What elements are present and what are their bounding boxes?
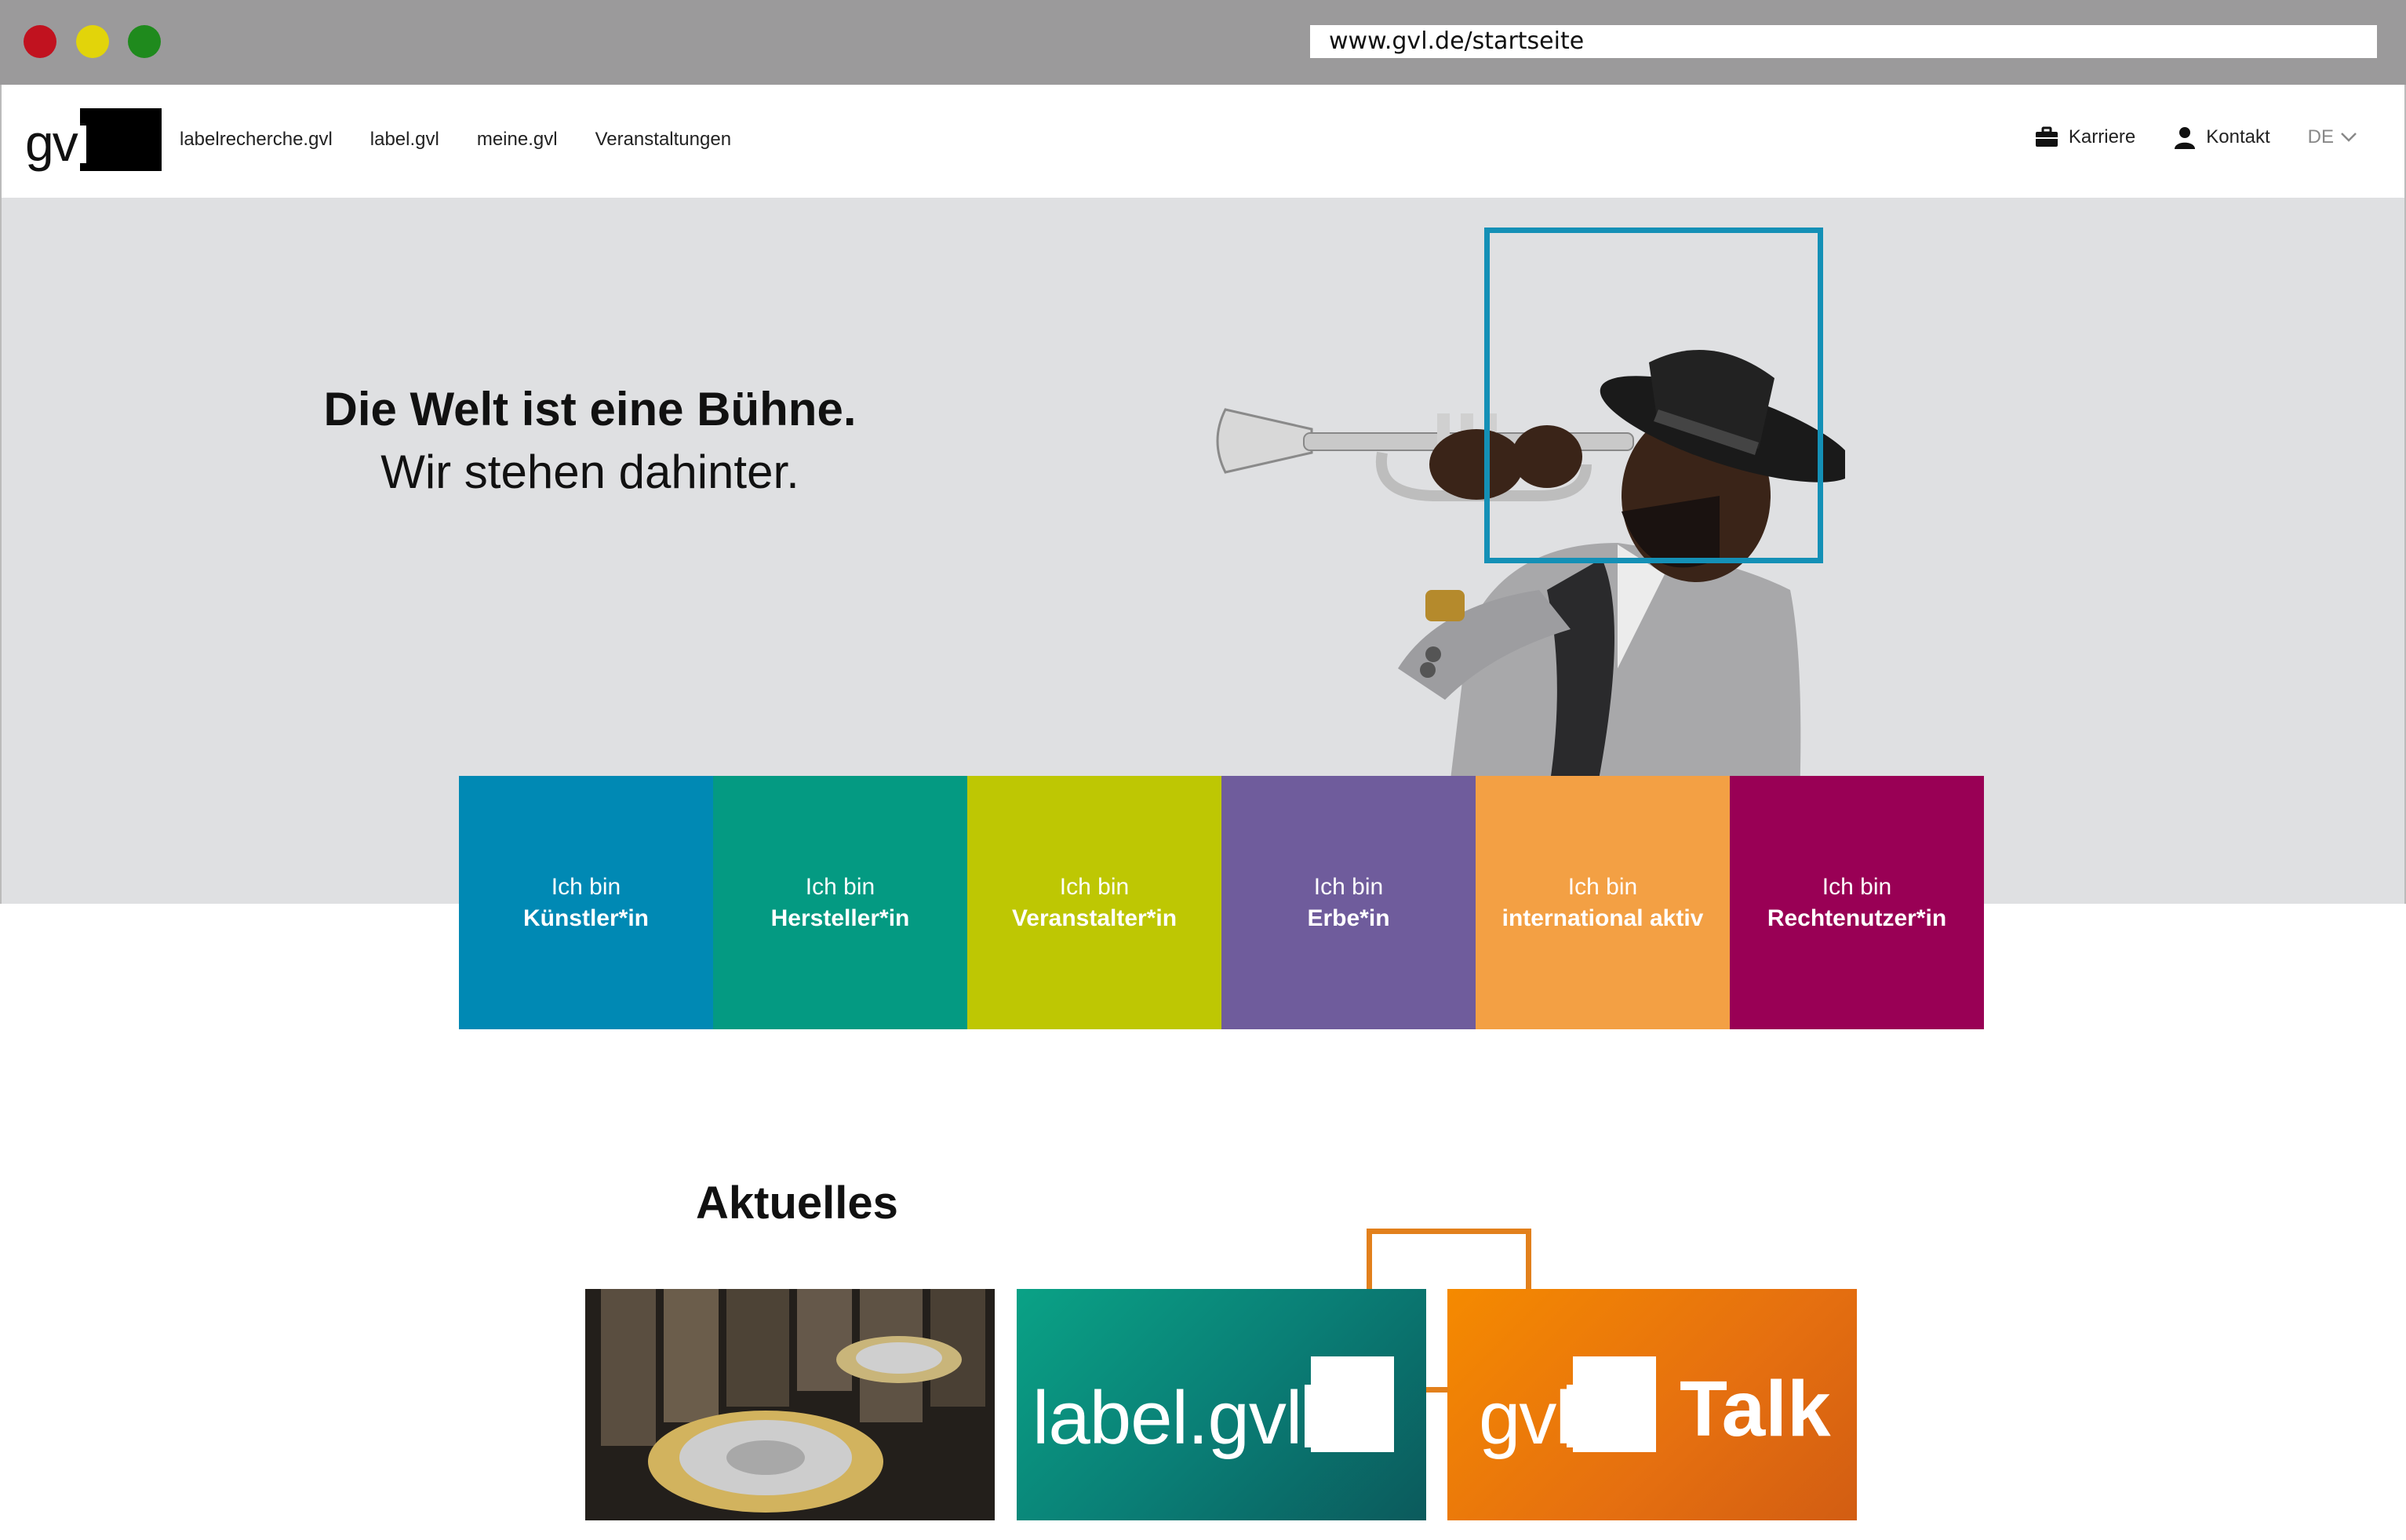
tile-erbe[interactable]: Ich bin Erbe*in bbox=[1221, 776, 1476, 1029]
language-label: DE bbox=[2307, 126, 2334, 147]
hero-line-1: Die Welt ist eine Bühne. bbox=[323, 383, 857, 435]
browser-chrome: www.gvl.de/startseite bbox=[0, 0, 2406, 85]
label-gvl-logo-box bbox=[1311, 1356, 1394, 1452]
utility-nav: Karriere Kontakt DE bbox=[2034, 126, 2357, 149]
news-section-title: Aktuelles bbox=[696, 1178, 898, 1229]
audience-tiles: Ich bin Künstler*in Ich bin Hersteller*i… bbox=[459, 776, 1984, 1029]
tile-prefix: Ich bin bbox=[1822, 873, 1892, 900]
tile-rechtenutzer[interactable]: Ich bin Rechtenutzer*in bbox=[1730, 776, 1984, 1029]
coins-image bbox=[585, 1289, 995, 1520]
close-window-button[interactable] bbox=[24, 25, 56, 58]
minimize-window-button[interactable] bbox=[76, 25, 109, 58]
label-gvl-logo-bar bbox=[1305, 1385, 1316, 1447]
tile-role: Veranstalter*in bbox=[1011, 905, 1178, 931]
talk-connector bbox=[1426, 1387, 1448, 1393]
logo-box bbox=[80, 108, 162, 171]
tile-prefix: Ich bin bbox=[1567, 873, 1638, 900]
briefcase-icon bbox=[2035, 126, 2058, 147]
news-card-gvl-talk[interactable]: gvl Talk bbox=[1447, 1289, 1857, 1520]
tile-role: Erbe*in bbox=[1307, 905, 1390, 931]
tile-prefix: Ich bin bbox=[1059, 873, 1130, 900]
chevron-down-icon bbox=[2341, 133, 2357, 142]
nav-item-labelrecherche[interactable]: labelrecherche.gvl bbox=[180, 129, 333, 151]
tile-international[interactable]: Ich bin international aktiv bbox=[1476, 776, 1730, 1029]
person-icon bbox=[2175, 127, 2196, 149]
tile-kuenstler[interactable]: Ich bin Künstler*in bbox=[459, 776, 713, 1029]
main-nav: labelrecherche.gvl label.gvl meine.gvl V… bbox=[180, 129, 731, 151]
tile-prefix: Ich bin bbox=[551, 873, 621, 900]
site-header: gvl labelrecherche.gvl label.gvl meine.g… bbox=[0, 85, 2406, 198]
label-gvl-text: label.gvl bbox=[1032, 1376, 1302, 1460]
hero-frame-accent bbox=[1484, 228, 1823, 563]
tile-prefix: Ich bin bbox=[1313, 873, 1384, 900]
gvl-logo[interactable]: gvl bbox=[25, 108, 162, 172]
career-label: Karriere bbox=[2068, 126, 2136, 147]
tile-role: international aktiv bbox=[1501, 905, 1704, 931]
language-select[interactable]: DE bbox=[2308, 126, 2357, 148]
tile-role: Hersteller*in bbox=[770, 905, 910, 931]
logo-text: gvl bbox=[25, 114, 88, 172]
nav-item-veranstaltungen[interactable]: Veranstaltungen bbox=[595, 129, 731, 151]
tile-veranstalter[interactable]: Ich bin Veranstalter*in bbox=[967, 776, 1221, 1029]
nav-item-label[interactable]: label.gvl bbox=[370, 129, 439, 151]
hero-line-2: Wir stehen dahinter. bbox=[380, 446, 799, 498]
news-card-coins[interactable] bbox=[585, 1289, 995, 1520]
nav-item-meine[interactable]: meine.gvl bbox=[477, 129, 558, 151]
contact-label: Kontakt bbox=[2206, 126, 2270, 147]
gvl-talk-logo-bar bbox=[1567, 1385, 1578, 1447]
gvl-talk-text: Talk bbox=[1680, 1365, 1831, 1453]
maximize-window-button[interactable] bbox=[128, 25, 161, 58]
gvl-talk-logo-box bbox=[1573, 1356, 1656, 1452]
tile-role: Rechtenutzer*in bbox=[1767, 905, 1947, 931]
logo-bar bbox=[78, 126, 86, 163]
gvl-talk-logo-text: gvl bbox=[1479, 1376, 1572, 1460]
contact-link[interactable]: Kontakt bbox=[2173, 126, 2270, 149]
tile-role: Künstler*in bbox=[522, 905, 650, 931]
address-bar[interactable]: www.gvl.de/startseite bbox=[1310, 25, 2377, 58]
career-link[interactable]: Karriere bbox=[2034, 126, 2135, 148]
news-card-label-gvl[interactable]: label.gvl bbox=[1017, 1289, 1426, 1520]
hero-headline: Die Welt ist eine Bühne. Wir stehen dahi… bbox=[292, 378, 888, 504]
tile-hersteller[interactable]: Ich bin Hersteller*in bbox=[713, 776, 967, 1029]
tile-prefix: Ich bin bbox=[805, 873, 875, 900]
